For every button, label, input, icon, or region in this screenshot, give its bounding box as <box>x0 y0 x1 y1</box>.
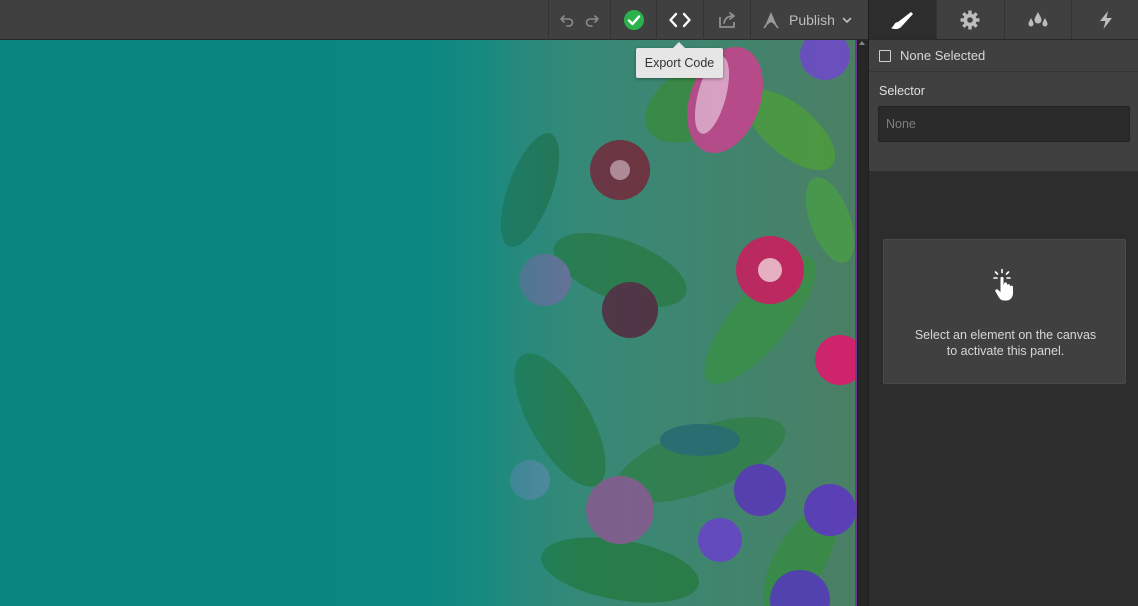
export-code-tooltip: Export Code <box>636 42 723 78</box>
redo-button[interactable] <box>578 0 606 40</box>
empty-state-message: Select an element on the canvas to activ… <box>884 327 1127 359</box>
check-circle-icon <box>623 10 644 30</box>
export-code-button[interactable] <box>657 0 703 40</box>
publish-button[interactable]: Publish <box>761 0 853 40</box>
none-selected-checkbox[interactable] <box>879 49 891 62</box>
top-toolbar: Publish <box>0 0 868 40</box>
pointer-hand-icon <box>993 268 1013 301</box>
gear-icon <box>960 10 980 29</box>
empty-message-line2: to activate this panel. <box>946 344 1065 358</box>
selector-label: Selector <box>879 84 925 98</box>
floral-background-image <box>0 40 857 606</box>
tab-style[interactable] <box>869 0 937 39</box>
design-canvas[interactable] <box>0 40 857 606</box>
code-brackets-icon <box>669 12 691 28</box>
share-icon <box>719 12 735 28</box>
undo-icon <box>560 15 574 27</box>
tab-settings[interactable] <box>937 0 1005 39</box>
none-selected-row[interactable]: None Selected <box>869 40 1138 72</box>
tab-interactions[interactable] <box>1072 0 1138 39</box>
empty-message-line1: Select an element on the canvas <box>914 328 1097 342</box>
publish-rocket-icon <box>763 12 779 29</box>
status-indicator[interactable] <box>611 0 656 40</box>
right-panel: None Selected Selector Select an element… <box>868 0 1138 606</box>
canvas-scrollbar[interactable] <box>857 40 868 606</box>
share-button[interactable] <box>704 0 750 40</box>
toolbar-divider <box>548 0 549 40</box>
history-controls <box>556 0 606 40</box>
empty-state-card: Select an element on the canvas to activ… <box>883 239 1126 384</box>
selector-section: None Selected Selector <box>869 40 1138 171</box>
toolbar-divider <box>750 0 751 40</box>
scroll-up-arrow[interactable] <box>859 41 865 45</box>
redo-icon <box>585 15 599 27</box>
tab-style-manager[interactable] <box>1005 0 1073 39</box>
drops-icon <box>1028 11 1048 26</box>
lightning-icon <box>1099 10 1112 29</box>
brush-icon <box>891 11 914 29</box>
chevron-down-icon <box>842 17 852 23</box>
panel-tabs <box>869 0 1138 40</box>
none-selected-label: None Selected <box>900 48 986 63</box>
publish-label: Publish <box>789 12 835 28</box>
designer-app: Publish Export Code None Selected Select… <box>0 0 1138 606</box>
undo-button[interactable] <box>556 0 578 40</box>
selector-input[interactable] <box>878 106 1130 142</box>
